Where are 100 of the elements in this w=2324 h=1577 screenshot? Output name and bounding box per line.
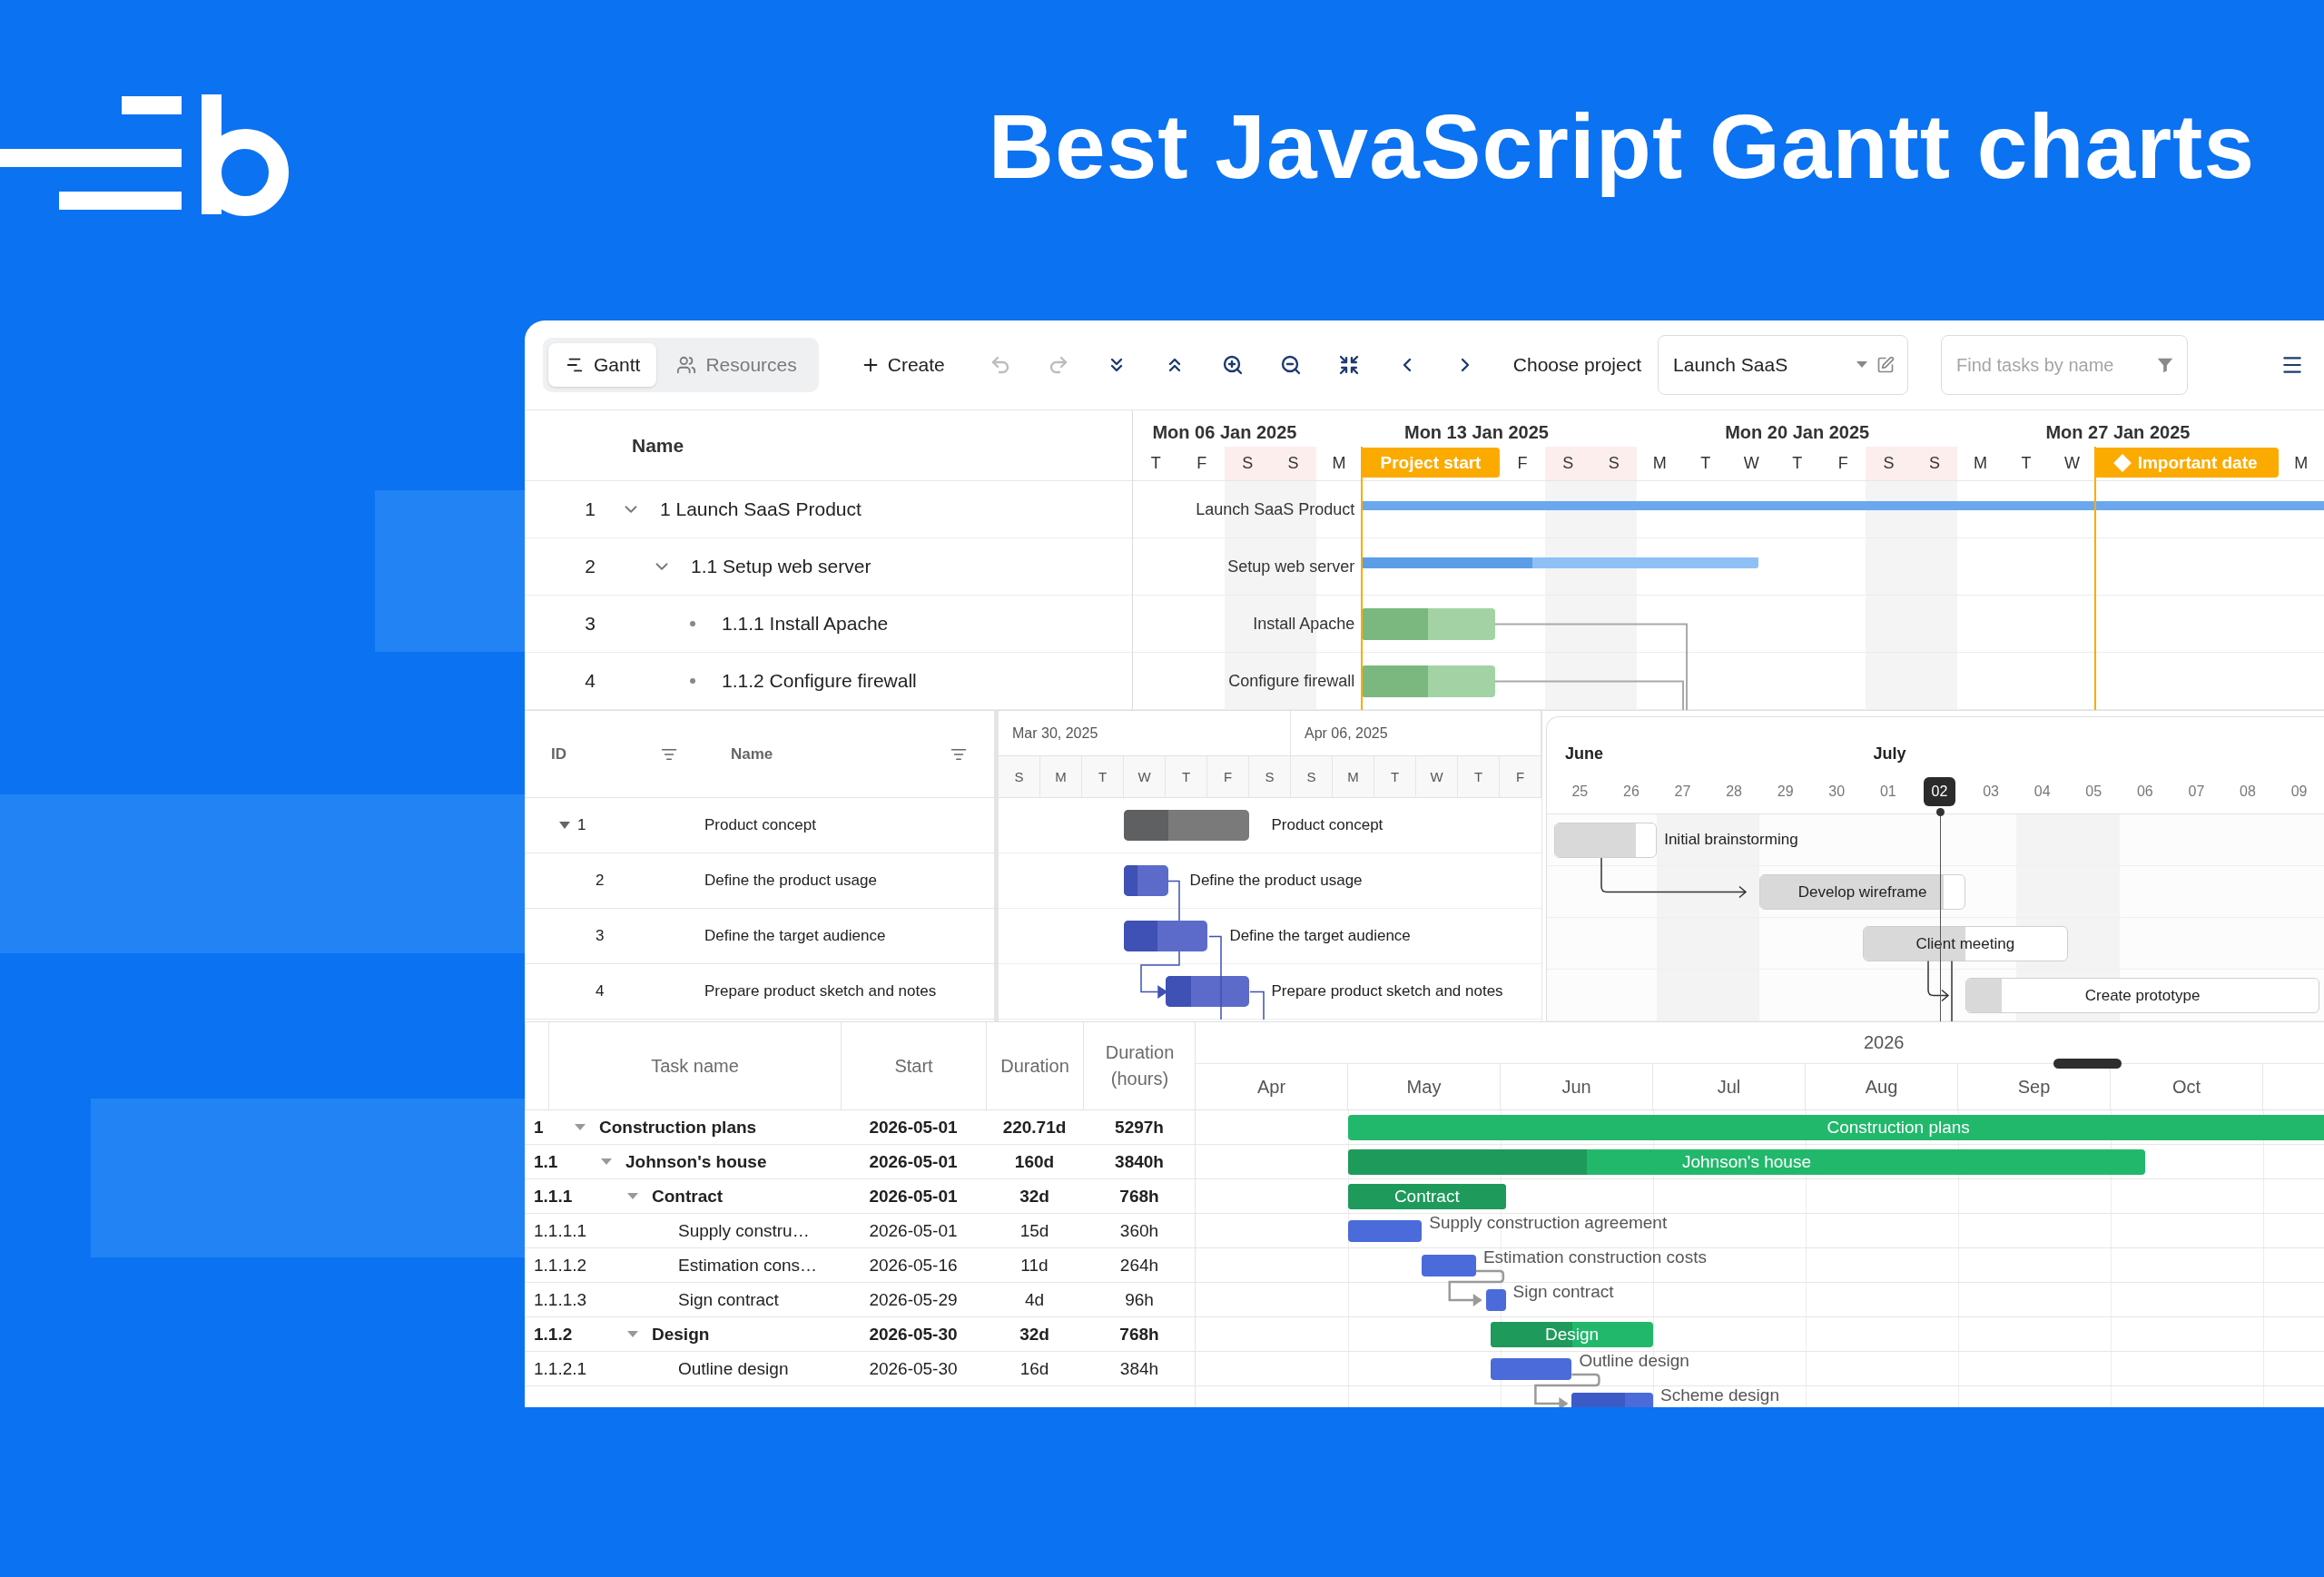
task-bar[interactable]: Develop wireframe bbox=[1759, 874, 1965, 910]
day-label: T bbox=[1458, 756, 1500, 797]
date-label[interactable]: 29 bbox=[1768, 776, 1802, 806]
bar-label: Construction plans bbox=[1827, 1118, 1970, 1138]
date-label[interactable]: 09 bbox=[2282, 776, 2316, 806]
week-label: Apr 06, 2025 bbox=[1291, 711, 1541, 755]
day-label: F bbox=[1837, 453, 1849, 474]
row-number: 4 bbox=[584, 670, 596, 692]
date-label[interactable]: 25 bbox=[1563, 776, 1597, 806]
view-tab[interactable]: Gantt bbox=[548, 343, 657, 387]
bar-label: Create prototype bbox=[2084, 986, 2201, 1005]
week-label: Mar 30, 2025 bbox=[999, 711, 1291, 755]
wbs-number: 1.1.2 bbox=[534, 1324, 574, 1345]
date-label[interactable]: 30 bbox=[1820, 776, 1854, 806]
month-label: Jul bbox=[1653, 1064, 1806, 1109]
date-label[interactable]: 02 bbox=[1923, 776, 1956, 806]
day-label: T bbox=[1699, 453, 1712, 474]
wbs-number: 1.1.1.3 bbox=[534, 1289, 588, 1310]
day-label: T bbox=[1149, 453, 1162, 474]
day-label: S bbox=[1866, 447, 1912, 480]
date-label[interactable]: 26 bbox=[1615, 776, 1648, 806]
date-label[interactable]: 27 bbox=[1666, 776, 1699, 806]
task-name: Contract bbox=[652, 1186, 724, 1207]
column-header: Duration bbox=[1000, 1054, 1069, 1078]
bar-label: Initial brainstorming bbox=[1664, 831, 1798, 849]
task-name: 1.1.2 Configure firewall bbox=[722, 670, 917, 692]
task-name: Prepare product sketch and notes bbox=[704, 982, 938, 1000]
bar-label: Launch SaaS Product bbox=[1196, 499, 1355, 519]
task-bar[interactable]: Construction plans bbox=[1348, 1115, 2324, 1140]
week-label: Mon 27 Jan 2025 bbox=[2044, 422, 2191, 444]
week-label: Mon 20 Jan 2025 bbox=[1724, 422, 1871, 444]
task-bar[interactable]: Create prototype bbox=[1965, 978, 2320, 1013]
date-label[interactable]: 01 bbox=[1871, 776, 1905, 806]
day-label: M bbox=[1040, 756, 1082, 797]
week-label: Mon 13 Jan 2025 bbox=[1403, 422, 1550, 444]
bar-label: Define the target audience bbox=[1229, 927, 1411, 945]
duration-hours: 768h bbox=[1118, 1186, 1160, 1207]
month-label: May bbox=[1348, 1064, 1501, 1109]
day-label: S bbox=[1545, 447, 1591, 480]
month-label: July bbox=[1872, 744, 1907, 765]
caret-icon[interactable] bbox=[600, 1158, 613, 1166]
task-id: 1 bbox=[577, 816, 586, 834]
wbs-number: 1 bbox=[534, 1117, 545, 1138]
date-label[interactable]: 03 bbox=[1974, 776, 2007, 806]
start-date: 2026-05-29 bbox=[868, 1289, 959, 1310]
duration: 16d bbox=[1019, 1358, 1050, 1379]
date-label[interactable]: 07 bbox=[2180, 776, 2213, 806]
start-date: 2026-05-01 bbox=[868, 1117, 959, 1138]
caret-icon[interactable] bbox=[626, 1330, 639, 1338]
date-label[interactable]: 04 bbox=[2025, 776, 2059, 806]
day-label: W bbox=[1742, 453, 1760, 474]
duration: 32d bbox=[1019, 1324, 1050, 1345]
column-header: ID bbox=[551, 744, 566, 764]
day-label: S bbox=[1291, 756, 1333, 797]
bar-label: Install Apache bbox=[1253, 614, 1355, 634]
create-button[interactable]: Create bbox=[854, 347, 950, 383]
start-date: 2026-05-01 bbox=[868, 1186, 959, 1207]
date-label[interactable]: 28 bbox=[1718, 776, 1750, 806]
duration-hours: 360h bbox=[1118, 1220, 1160, 1241]
bar-label: Supply construction agreement bbox=[1429, 1213, 1668, 1233]
start-date: 2026-05-16 bbox=[868, 1255, 959, 1276]
caret-icon[interactable] bbox=[558, 821, 571, 830]
task-bar[interactable]: Johnson's house bbox=[1348, 1149, 2145, 1175]
caret-icon[interactable] bbox=[626, 1192, 639, 1200]
task-bar[interactable] bbox=[1485, 1289, 1506, 1311]
year-label: 2026 bbox=[1864, 1032, 1905, 1053]
date-label[interactable]: 05 bbox=[2077, 776, 2111, 806]
duration-hours: 384h bbox=[1118, 1358, 1160, 1379]
day-label: M bbox=[2293, 453, 2309, 474]
view-tab[interactable]: Resources bbox=[660, 343, 813, 387]
task-id: 2 bbox=[596, 872, 605, 890]
search-field[interactable]: Find tasks by name bbox=[1941, 335, 2189, 395]
day-label: M bbox=[1331, 453, 1347, 474]
day-label: F bbox=[1516, 453, 1529, 474]
bar-label: Sign contract bbox=[1512, 1282, 1614, 1302]
day-label: S bbox=[1249, 756, 1291, 797]
edit-icon[interactable] bbox=[1876, 356, 1896, 374]
date-label[interactable]: 08 bbox=[2231, 776, 2264, 806]
duration-hours: 96h bbox=[1124, 1289, 1155, 1310]
day-label: M bbox=[1651, 453, 1668, 474]
task-bar[interactable]: Design bbox=[1491, 1322, 1653, 1347]
caret-icon[interactable] bbox=[574, 1123, 586, 1131]
column-header: Name bbox=[632, 434, 684, 457]
month-label: Jun bbox=[1501, 1064, 1653, 1109]
task-name: Estimation cons… bbox=[678, 1255, 818, 1276]
month-label: Sep bbox=[1958, 1064, 2111, 1109]
bar-label: Product concept bbox=[1271, 816, 1384, 834]
scrollbar-thumb[interactable] bbox=[2053, 1059, 2122, 1069]
day-label: T bbox=[1082, 756, 1124, 797]
date-label[interactable]: 06 bbox=[2128, 776, 2162, 806]
row-number: 3 bbox=[584, 613, 596, 635]
month-label: Apr bbox=[1196, 1064, 1348, 1109]
project-select[interactable]: Launch SaaS bbox=[1658, 335, 1909, 395]
bar-label: Prepare product sketch and notes bbox=[1271, 982, 1503, 1000]
wbs-number: 1.1.1.2 bbox=[534, 1255, 588, 1276]
day-label: F bbox=[1500, 756, 1541, 797]
duration: 4d bbox=[1023, 1289, 1046, 1310]
task-bar[interactable]: Contract bbox=[1348, 1184, 1506, 1209]
day-label: S bbox=[999, 756, 1040, 797]
bar-label: Estimation construction costs bbox=[1482, 1247, 1707, 1267]
